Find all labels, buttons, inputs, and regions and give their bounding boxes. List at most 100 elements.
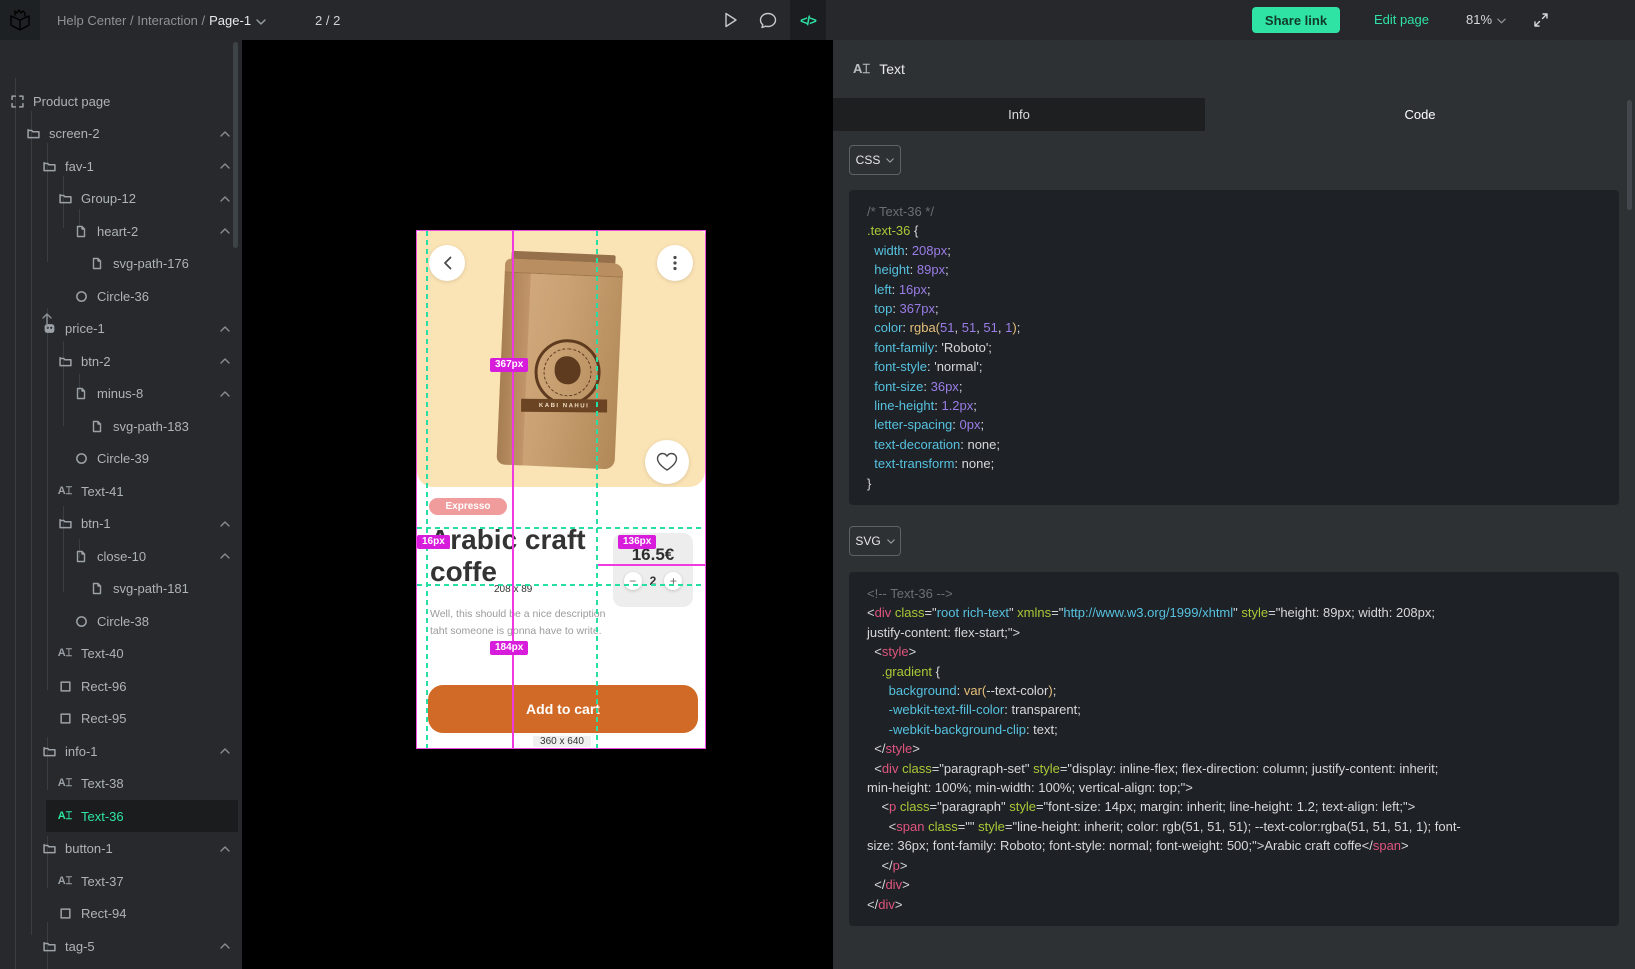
phone-frame[interactable]: KABI NAHUI Expresso Arabic craft coffe 2… — [417, 231, 705, 748]
more-menu-button[interactable] — [657, 245, 693, 281]
chevron-down-icon — [887, 536, 895, 546]
layer-label: Text-41 — [81, 484, 124, 499]
css-format-select[interactable]: CSS — [849, 145, 901, 175]
favorite-button[interactable] — [645, 440, 689, 484]
layer-item-svg-path-176[interactable]: svg-path-176 — [0, 248, 242, 280]
zoom-control[interactable]: 81% — [1466, 12, 1506, 27]
layer-item-rect-94[interactable]: Rect-94 — [0, 898, 242, 930]
inspector-scrollbar[interactable] — [1627, 100, 1632, 210]
layer-label: Text-37 — [81, 874, 124, 889]
css-select-value: CSS — [856, 153, 881, 167]
heart-icon — [656, 452, 678, 472]
layer-item-circle-38[interactable]: Circle-38 — [0, 605, 242, 637]
top-bar: Help Center / Interaction / Page-1 2 / 2… — [0, 0, 1635, 40]
layer-item-circle-36[interactable]: Circle-36 — [0, 280, 242, 312]
emblem-banner: KABI NAHUI — [521, 399, 607, 413]
code-line: <p class="paragraph" style="font-size: 1… — [867, 797, 1601, 816]
frame-size-label: 360 x 640 — [533, 736, 591, 747]
code-line: line-height: 1.2px; — [867, 396, 1601, 415]
layer-label: Rect-94 — [81, 906, 127, 921]
back-button[interactable] — [429, 245, 465, 281]
share-link-button[interactable]: Share link — [1252, 7, 1340, 33]
edit-page-link[interactable]: Edit page — [1374, 12, 1429, 27]
collapse-chevron-icon[interactable] — [220, 846, 230, 852]
layer-item-close-10[interactable]: close-10 — [0, 540, 242, 572]
kebab-menu-icon — [673, 255, 677, 271]
layer-item-rect-95[interactable]: Rect-95 — [0, 703, 242, 735]
breadcrumb[interactable]: Help Center / Interaction / Page-1 — [57, 0, 266, 40]
collapse-chevron-icon[interactable] — [220, 326, 230, 332]
breadcrumb-path: Help Center / Interaction / — [57, 13, 205, 28]
layer-item-minus-8[interactable]: minus-8 — [0, 378, 242, 410]
collapse-chevron-icon[interactable] — [220, 131, 230, 137]
css-code-block[interactable]: /* Text-36 */.text-36 { width: 208px; he… — [849, 190, 1619, 505]
layer-item-product page[interactable]: Product page — [0, 85, 242, 117]
app-logo[interactable] — [0, 0, 40, 40]
pencil-box-logo-icon — [7, 7, 33, 33]
layer-label: screen-2 — [49, 126, 100, 141]
collapse-chevron-icon[interactable] — [220, 521, 230, 527]
layer-item-btn-2[interactable]: btn-2 — [0, 345, 242, 377]
code-line: height: 89px; — [867, 260, 1601, 279]
layer-item-info-1[interactable]: info-1 — [0, 735, 242, 767]
collapse-chevron-icon[interactable] — [220, 943, 230, 949]
code-line: text-decoration: none; — [867, 435, 1601, 454]
layer-item-text-37[interactable]: A⌶Text-37 — [0, 865, 242, 897]
folder-icon — [42, 744, 56, 758]
layer-item-rect-96[interactable]: Rect-96 — [0, 670, 242, 702]
code-icon: </> — [800, 13, 816, 28]
layer-item-group-12[interactable]: Group-12 — [0, 183, 242, 215]
layer-label: Text-38 — [81, 776, 124, 791]
layer-item-text-36[interactable]: A⌶Text-36 — [0, 800, 242, 832]
code-line: color: rgba(51, 51, 51, 1); — [867, 318, 1601, 337]
add-to-cart-button[interactable]: Add to cart — [428, 685, 698, 733]
rect-icon — [58, 907, 72, 921]
increase-button[interactable]: + — [664, 572, 682, 590]
layer-item-button-1[interactable]: button-1 — [0, 833, 242, 865]
comment-icon[interactable] — [753, 0, 783, 40]
svg-format-select[interactable]: SVG — [849, 526, 901, 556]
tab-info[interactable]: Info — [833, 98, 1205, 131]
measure-label-184: 184px — [490, 641, 528, 655]
product-title: Arabic craft coffe — [430, 524, 610, 588]
layer-label: price-1 — [65, 321, 105, 336]
collapse-chevron-icon[interactable] — [220, 748, 230, 754]
layer-item-text-40[interactable]: A⌶Text-40 — [0, 638, 242, 670]
circle-icon — [74, 614, 88, 628]
layer-item-tag-5[interactable]: tag-5 — [0, 930, 242, 962]
product-description: Well, this should be a nice description … — [430, 606, 630, 640]
layer-item-svg-path-181[interactable]: svg-path-181 — [0, 573, 242, 605]
decrease-button[interactable]: − — [624, 572, 642, 590]
code-line: <span class="" style="line-height: inher… — [867, 817, 1601, 836]
collapse-chevron-icon[interactable] — [220, 228, 230, 234]
layer-item-text-38[interactable]: A⌶Text-38 — [0, 768, 242, 800]
layer-item-fav-1[interactable]: fav-1 — [0, 150, 242, 182]
fullscreen-icon[interactable] — [1524, 0, 1558, 40]
collapse-chevron-icon[interactable] — [220, 163, 230, 169]
collapse-chevron-icon[interactable] — [220, 358, 230, 364]
text-layer-icon: A⌶ — [853, 61, 870, 77]
layer-item-heart-2[interactable]: heart-2 — [0, 215, 242, 247]
layer-label: svg-path-183 — [113, 419, 189, 434]
play-button[interactable] — [716, 0, 746, 40]
layer-item-svg-path-183[interactable]: svg-path-183 — [0, 410, 242, 442]
collapse-chevron-icon[interactable] — [220, 196, 230, 202]
code-line: <style> — [867, 642, 1601, 661]
code-view-toggle[interactable]: </> — [790, 0, 826, 40]
layer-item-screen-2[interactable]: screen-2 — [0, 118, 242, 150]
tab-code[interactable]: Code — [1205, 98, 1635, 131]
page-counter: 2 / 2 — [315, 0, 340, 40]
layer-item-circle-39[interactable]: Circle-39 — [0, 443, 242, 475]
svg-code-block[interactable]: <!-- Text-36 --><div class="root rich-te… — [849, 572, 1619, 926]
category-tag[interactable]: Expresso — [429, 498, 507, 515]
collapse-chevron-icon[interactable] — [220, 553, 230, 559]
sidebar-scrollbar[interactable] — [233, 42, 238, 248]
layer-item-btn-1[interactable]: btn-1 — [0, 508, 242, 540]
chevron-down-icon[interactable] — [256, 13, 266, 28]
collapse-chevron-icon[interactable] — [220, 391, 230, 397]
code-line: font-style: 'normal'; — [867, 357, 1601, 376]
layer-item-text-41[interactable]: A⌶Text-41 — [0, 475, 242, 507]
code-line: top: 367px; — [867, 299, 1601, 318]
code-line: <div class="root rich-text" xmlns="http:… — [867, 603, 1601, 622]
layer-item-price-1[interactable]: price-1 — [0, 313, 242, 345]
